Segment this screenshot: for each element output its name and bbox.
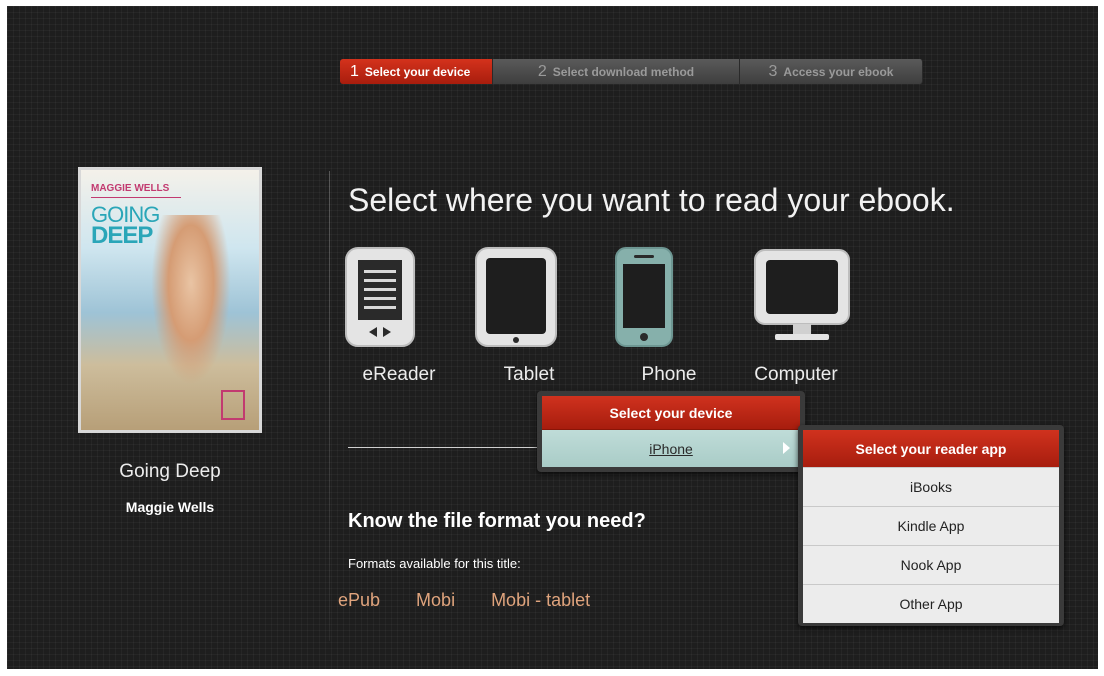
formats-heading: Know the file format you need? xyxy=(348,510,646,532)
formats-subheading: Formats available for this title: xyxy=(348,556,521,571)
cover-title-line2: DEEP xyxy=(91,222,153,249)
phone-icon xyxy=(615,247,673,347)
page-background: 1 Select your device 2 Select download m… xyxy=(7,6,1098,669)
step-2-download-method[interactable]: 2 Select download method xyxy=(493,59,740,84)
step-label: Access your ebook xyxy=(783,64,894,79)
device-option-iphone[interactable]: iPhone xyxy=(542,430,800,467)
cover-rule xyxy=(91,197,181,198)
format-link-mobi[interactable]: Mobi xyxy=(416,590,455,611)
computer-icon xyxy=(754,249,850,340)
device-phone[interactable]: Phone xyxy=(614,246,724,391)
device-label: eReader xyxy=(362,364,436,385)
device-tablet[interactable]: Tablet xyxy=(474,246,584,391)
format-link-epub[interactable]: ePub xyxy=(338,590,380,611)
device-select-popup: Select your device iPhone xyxy=(537,391,805,472)
step-number: 2 xyxy=(537,62,547,80)
chevron-right-icon xyxy=(783,442,790,454)
tablet-icon xyxy=(475,247,557,347)
column-divider xyxy=(329,171,330,641)
step-progress-bar: 1 Select your device 2 Select download m… xyxy=(340,59,923,84)
device-popup-title: Select your device xyxy=(542,396,800,430)
device-computer[interactable]: Computer xyxy=(741,246,851,391)
page-title: Select where you want to read your ebook… xyxy=(348,182,955,218)
step-label: Select download method xyxy=(552,64,695,79)
app-popup-title: Select your reader app xyxy=(803,430,1059,467)
device-label: Tablet xyxy=(503,364,555,385)
device-label: Computer xyxy=(754,364,838,385)
app-option-nook[interactable]: Nook App xyxy=(803,545,1059,584)
device-ereader[interactable]: eReader xyxy=(344,246,454,391)
step-3-access-ebook[interactable]: 3 Access your ebook xyxy=(740,59,923,84)
ereader-icon xyxy=(345,247,415,347)
step-1-select-device[interactable]: 1 Select your device xyxy=(340,59,493,84)
step-label: Select your device xyxy=(364,64,471,79)
format-link-mobi-tablet[interactable]: Mobi - tablet xyxy=(491,590,590,611)
reader-app-popup: Select your reader app iBooks Kindle App… xyxy=(798,425,1064,626)
device-label: Phone xyxy=(641,364,697,385)
publisher-logo-icon xyxy=(221,390,245,420)
section-divider xyxy=(348,447,538,448)
app-option-ibooks[interactable]: iBooks xyxy=(803,467,1059,506)
cover-photo xyxy=(151,215,231,385)
step-number: 3 xyxy=(768,62,778,80)
app-option-kindle[interactable]: Kindle App xyxy=(803,506,1059,545)
format-list: ePub Mobi Mobi - tablet xyxy=(338,590,626,611)
device-option-label: iPhone xyxy=(649,440,693,457)
app-option-other[interactable]: Other App xyxy=(803,584,1059,623)
book-title: Going Deep xyxy=(119,461,221,482)
book-cover-image: MAGGIE WELLS GOING DEEP xyxy=(78,167,262,433)
cover-author-text: MAGGIE WELLS xyxy=(91,183,170,194)
step-number: 1 xyxy=(350,62,359,80)
book-author: Maggie Wells xyxy=(125,499,215,515)
